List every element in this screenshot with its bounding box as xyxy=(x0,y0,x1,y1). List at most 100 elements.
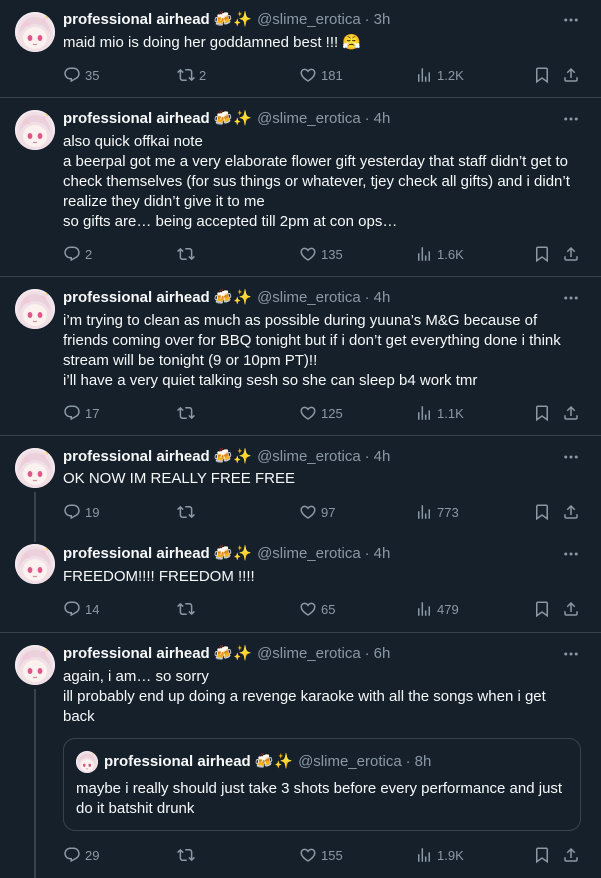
reply-icon xyxy=(63,245,81,263)
reply-icon xyxy=(63,846,81,864)
tweet[interactable]: professional airhead 🍻✨ @slime_erotica ·… xyxy=(0,436,601,534)
reply-button[interactable]: 35 xyxy=(63,65,99,85)
more-options-button[interactable] xyxy=(561,288,581,308)
display-name[interactable]: professional airhead xyxy=(63,109,210,129)
retweet-button[interactable] xyxy=(177,244,199,264)
reply-button[interactable]: 14 xyxy=(63,599,99,619)
like-button[interactable]: 155 xyxy=(299,845,343,865)
timestamp[interactable]: 4h xyxy=(374,109,391,129)
heart-icon xyxy=(299,245,317,263)
like-count: 97 xyxy=(321,504,336,520)
timestamp[interactable]: 6h xyxy=(374,644,391,664)
tweet-header: professional airhead 🍻✨ @slime_erotica ·… xyxy=(63,109,390,129)
more-options-button[interactable] xyxy=(561,447,581,467)
avatar[interactable] xyxy=(15,448,55,488)
like-count: 181 xyxy=(321,67,343,83)
reply-button[interactable]: 19 xyxy=(63,502,99,522)
display-name[interactable]: professional airhead xyxy=(63,644,210,664)
retweet-icon xyxy=(177,66,195,84)
timestamp[interactable]: 3h xyxy=(374,10,391,30)
retweet-button[interactable] xyxy=(177,403,199,423)
like-button[interactable]: 65 xyxy=(299,599,335,619)
like-count: 65 xyxy=(321,601,336,617)
name-emoji: 🍻✨ xyxy=(213,289,254,306)
retweet-button[interactable] xyxy=(177,845,199,865)
handle[interactable]: @slime_erotica xyxy=(257,644,361,664)
reply-count: 29 xyxy=(85,847,100,863)
quoted-tweet-text: maybe i really should just take 3 shots … xyxy=(76,780,563,817)
share-button[interactable] xyxy=(562,244,580,264)
avatar[interactable] xyxy=(15,645,55,685)
handle[interactable]: @slime_erotica xyxy=(257,544,361,564)
more-options-button[interactable] xyxy=(561,544,581,564)
more-options-button[interactable] xyxy=(561,644,581,664)
display-name[interactable]: professional airhead xyxy=(63,288,210,308)
like-button[interactable]: 135 xyxy=(299,244,343,264)
like-button[interactable]: 97 xyxy=(299,502,335,522)
retweet-button[interactable] xyxy=(177,502,199,522)
handle[interactable]: @slime_erotica xyxy=(257,447,361,467)
reply-count: 2 xyxy=(85,246,93,262)
views-button[interactable]: 479 xyxy=(415,599,459,619)
views-button[interactable]: 1.6K xyxy=(415,244,464,264)
more-icon xyxy=(562,448,580,466)
tweet[interactable]: professional airhead 🍻✨ @slime_erotica ·… xyxy=(0,98,601,277)
timestamp[interactable]: 4h xyxy=(374,544,391,564)
handle[interactable]: @slime_erotica xyxy=(257,109,361,129)
like-button[interactable]: 181 xyxy=(299,65,343,85)
avatar[interactable] xyxy=(15,12,55,52)
bookmark-button[interactable] xyxy=(533,244,551,264)
share-button[interactable] xyxy=(562,502,580,522)
handle[interactable]: @slime_erotica xyxy=(257,10,361,30)
action-bar: 2 135 1.6K xyxy=(63,244,581,264)
tweet[interactable]: professional airhead 🍻✨ @slime_erotica ·… xyxy=(0,277,601,436)
tweet[interactable]: professional airhead 🍻✨ @slime_erotica ·… xyxy=(0,0,601,98)
heart-icon xyxy=(299,503,317,521)
avatar[interactable] xyxy=(15,289,55,329)
tweet-text: FREEDOM!!!! FREEDOM !!!! xyxy=(63,568,255,585)
quoted-name-emoji: 🍻✨ xyxy=(254,753,295,770)
quoted-tweet[interactable]: professional airhead 🍻✨ @slime_erotica ·… xyxy=(63,738,581,831)
bookmark-button[interactable] xyxy=(533,65,551,85)
display-name[interactable]: professional airhead xyxy=(63,544,210,564)
share-button[interactable] xyxy=(562,599,580,619)
avatar[interactable] xyxy=(15,110,55,150)
retweet-button[interactable] xyxy=(177,599,199,619)
reply-button[interactable]: 29 xyxy=(63,845,99,865)
reply-count: 17 xyxy=(85,405,100,421)
views-button[interactable]: 1.9K xyxy=(415,845,464,865)
action-bar: 19 97 773 xyxy=(63,502,581,522)
view-count: 479 xyxy=(437,601,459,617)
separator-dot: · xyxy=(364,645,370,662)
display-name[interactable]: professional airhead xyxy=(63,10,210,30)
share-button[interactable] xyxy=(562,845,580,865)
thread-connector-line xyxy=(34,492,36,534)
reply-button[interactable]: 2 xyxy=(63,244,92,264)
reply-button[interactable]: 17 xyxy=(63,403,99,423)
bookmark-button[interactable] xyxy=(533,845,551,865)
bookmark-button[interactable] xyxy=(533,502,551,522)
heart-icon xyxy=(299,66,317,84)
bookmark-button[interactable] xyxy=(533,599,551,619)
display-name[interactable]: professional airhead xyxy=(63,447,210,467)
retweet-icon xyxy=(177,600,195,618)
tweet-header: professional airhead 🍻✨ @slime_erotica ·… xyxy=(63,288,390,308)
share-button[interactable] xyxy=(562,65,580,85)
bookmark-button[interactable] xyxy=(533,403,551,423)
retweet-button[interactable]: 2 xyxy=(177,65,206,85)
more-options-button[interactable] xyxy=(561,10,581,30)
more-options-button[interactable] xyxy=(561,109,581,129)
share-button[interactable] xyxy=(562,403,580,423)
timestamp[interactable]: 4h xyxy=(374,288,391,308)
tweet[interactable]: professional airhead 🍻✨ @slime_erotica ·… xyxy=(0,534,601,633)
avatar[interactable] xyxy=(15,544,55,584)
heart-icon xyxy=(299,846,317,864)
like-button[interactable]: 125 xyxy=(299,403,343,423)
handle[interactable]: @slime_erotica xyxy=(257,288,361,308)
views-button[interactable]: 1.2K xyxy=(415,65,464,85)
timestamp[interactable]: 4h xyxy=(374,447,391,467)
views-button[interactable]: 773 xyxy=(415,502,459,522)
views-button[interactable]: 1.1K xyxy=(415,403,464,423)
views-bar-chart-icon xyxy=(415,846,433,864)
tweet[interactable]: professional airhead 🍻✨ @slime_erotica ·… xyxy=(0,633,601,878)
